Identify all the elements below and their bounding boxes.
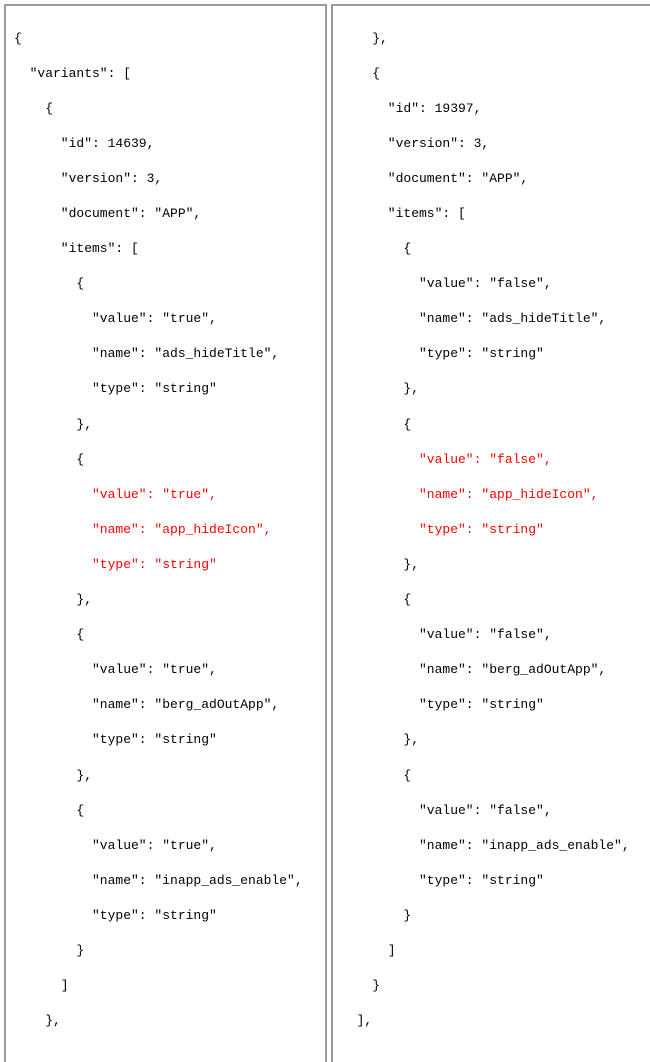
code-line: "id": 14639, xyxy=(14,135,317,153)
code-line: "id": 19397, xyxy=(341,100,644,118)
code-line: "value": "true", xyxy=(14,661,317,679)
code-line: "type": "string" xyxy=(14,731,317,749)
code-line: "value": "true", xyxy=(14,310,317,328)
code-line: "type": "string" xyxy=(341,345,644,363)
code-line: { xyxy=(14,802,317,820)
code-line-highlight: "type": "string" xyxy=(341,521,644,539)
code-line: { xyxy=(14,100,317,118)
code-line: }, xyxy=(14,767,317,785)
code-line: "type": "string" xyxy=(341,872,644,890)
code-line: } xyxy=(341,907,644,925)
code-line-highlight: "type": "string" xyxy=(14,556,317,574)
code-line: } xyxy=(14,942,317,960)
code-line: "document": "APP", xyxy=(14,205,317,223)
code-line-highlight: "name": "app_hideIcon", xyxy=(341,486,644,504)
code-line: "version": 3, xyxy=(341,135,644,153)
code-line: ] xyxy=(341,942,644,960)
code-line: { xyxy=(341,416,644,434)
code-line: "name": "ads_hideTitle", xyxy=(14,345,317,363)
code-line: "value": "true", xyxy=(14,837,317,855)
code-line: "version": 3, xyxy=(14,170,317,188)
code-line: "items": [ xyxy=(14,240,317,258)
code-line-highlight: "value": "false", xyxy=(341,451,644,469)
code-line: "name": "inapp_ads_enable", xyxy=(14,872,317,890)
code-line: { xyxy=(14,626,317,644)
code-line: "items": [ xyxy=(341,205,644,223)
code-line: "document": "APP", xyxy=(341,170,644,188)
code-line-highlight: "name": "app_hideIcon", xyxy=(14,521,317,539)
code-line: "type": "string" xyxy=(14,907,317,925)
code-line: ], xyxy=(341,1012,644,1030)
code-line: }, xyxy=(14,1012,317,1030)
code-line: }, xyxy=(341,556,644,574)
code-line: "name": "ads_hideTitle", xyxy=(341,310,644,328)
code-line: }, xyxy=(341,731,644,749)
code-line: { xyxy=(14,275,317,293)
code-line: }, xyxy=(341,30,644,48)
code-line: }, xyxy=(341,380,644,398)
code-line: "type": "string" xyxy=(14,380,317,398)
code-line: ] xyxy=(14,977,317,995)
code-line: }, xyxy=(14,591,317,609)
code-line: "variants": [ xyxy=(14,65,317,83)
code-line: "name": "berg_adOutApp", xyxy=(341,661,644,679)
left-pane: { "variants": [ { "id": 14639, "version"… xyxy=(4,4,327,1062)
right-pane: }, { "id": 19397, "version": 3, "documen… xyxy=(331,4,650,1062)
diff-container: { "variants": [ { "id": 14639, "version"… xyxy=(4,4,650,1062)
code-line: "value": "false", xyxy=(341,802,644,820)
code-line: { xyxy=(341,591,644,609)
code-line: "name": "inapp_ads_enable", xyxy=(341,837,644,855)
code-line: "type": "string" xyxy=(341,696,644,714)
code-line: { xyxy=(341,65,644,83)
code-line: { xyxy=(14,451,317,469)
code-line: } xyxy=(341,977,644,995)
code-line: "value": "false", xyxy=(341,626,644,644)
code-line: { xyxy=(341,767,644,785)
code-line: }, xyxy=(14,416,317,434)
code-line: { xyxy=(341,240,644,258)
code-line-highlight: "value": "true", xyxy=(14,486,317,504)
code-line: "name": "berg_adOutApp", xyxy=(14,696,317,714)
code-line: { xyxy=(14,30,317,48)
code-line: "value": "false", xyxy=(341,275,644,293)
